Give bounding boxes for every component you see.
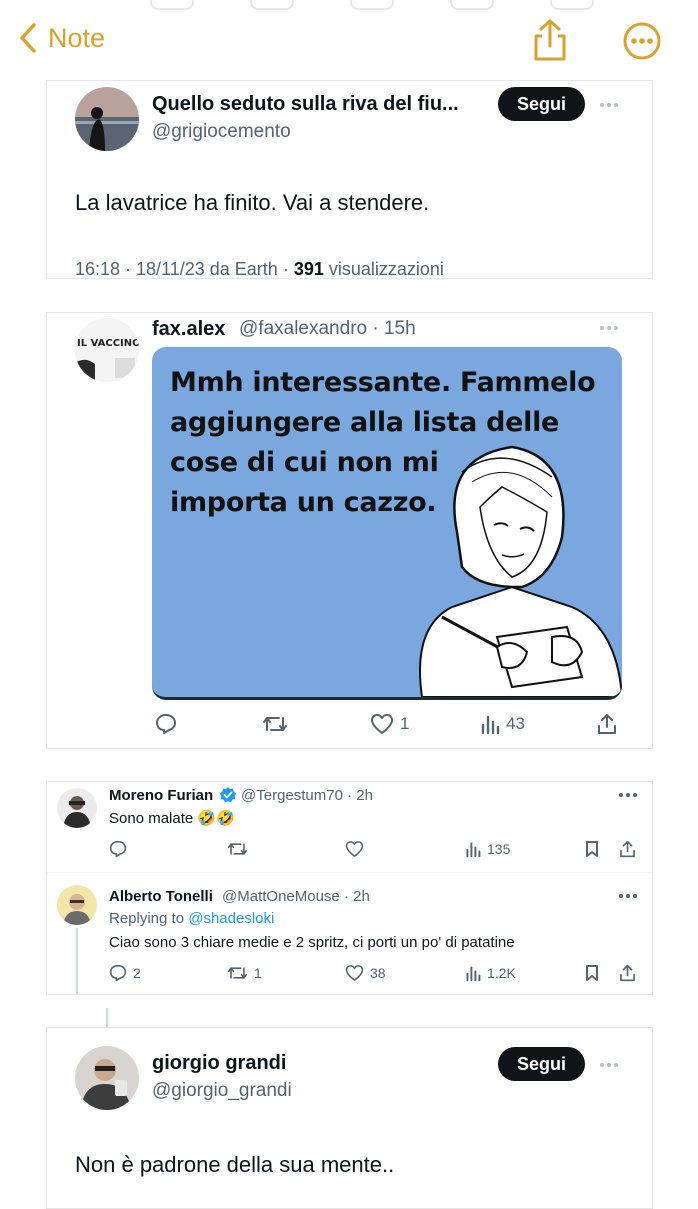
reply-button[interactable]: 2 <box>109 964 141 982</box>
display-name[interactable]: fax.alex <box>152 318 225 341</box>
views-count: 391 <box>293 259 324 279</box>
reply-button[interactable] <box>155 713 177 735</box>
avatar[interactable] <box>57 885 97 925</box>
bookmark-button[interactable] <box>584 964 600 982</box>
more-circle-icon <box>623 22 661 60</box>
reply-icon <box>156 714 176 734</box>
display-name[interactable]: Alberto Tonelli <box>109 888 213 905</box>
replying-prefix: Replying to <box>109 910 189 927</box>
tweet-card: Quello seduto sulla riva del fiu... @gri… <box>46 80 653 279</box>
tweet-options-icon[interactable] <box>619 793 637 797</box>
reply-count: 2 <box>133 965 141 981</box>
follow-button[interactable]: Segui <box>498 87 585 121</box>
share-icon <box>620 840 635 858</box>
display-name[interactable]: Moreno Furian <box>109 787 213 804</box>
tweet-text: La lavatrice ha finito. Vai a stendere. <box>75 190 430 215</box>
reply-text: Sono malate 🤣🤣 <box>109 810 235 827</box>
bookmark-button[interactable] <box>584 840 600 858</box>
tweet-meta: 16:18 · 18/11/23 da Earth · 391 visualiz… <box>75 259 444 279</box>
reply-button[interactable] <box>109 840 127 858</box>
retweet-icon <box>227 967 248 979</box>
user-handle-time[interactable]: @MattOneMouse · 2h <box>222 888 370 905</box>
reply-text: Ciao sono 3 chiare medie e 2 spritz, ci … <box>109 934 515 951</box>
views-button[interactable]: 135 <box>465 840 510 858</box>
back-button[interactable]: Note <box>18 22 105 54</box>
views-count: 1.2K <box>487 965 516 981</box>
bookmark-icon <box>586 841 598 857</box>
like-button[interactable] <box>345 840 364 858</box>
thread-line <box>76 928 78 994</box>
notes-nav-bar: Note <box>0 0 698 80</box>
tweet-options-icon[interactable] <box>600 326 618 330</box>
user-handle[interactable]: @giorgio_grandi <box>152 1080 292 1102</box>
display-name[interactable]: giorgio grandi <box>152 1052 286 1075</box>
share-tweet-button[interactable] <box>619 840 636 858</box>
share-tweet-button[interactable] <box>597 713 617 735</box>
display-name[interactable]: Quello seduto sulla riva del fiu... <box>152 93 459 116</box>
replying-to: Replying to @shadesloki <box>109 910 274 927</box>
views-label: visualizzazioni <box>323 259 444 279</box>
user-handle[interactable]: @grigiocemento <box>152 121 291 143</box>
share-button[interactable] <box>530 18 570 67</box>
retweet-count: 1 <box>254 965 262 981</box>
views-button[interactable]: 1.2K <box>465 964 516 982</box>
tweet-timestamp: 16:18 · 18/11/23 da Earth · <box>75 259 294 279</box>
replies-card: Moreno Furian @Tergestum70 · 2h Sono mal… <box>46 781 653 995</box>
avatar-text: IL VACCINO <box>77 338 139 349</box>
tweet-options-icon[interactable] <box>619 894 637 898</box>
avatar[interactable] <box>75 87 139 151</box>
reply-icon <box>109 840 127 858</box>
user-handle-time[interactable]: @Tergestum70 · 2h <box>241 787 373 804</box>
views-icon <box>481 715 500 735</box>
retweet-button[interactable] <box>262 713 288 735</box>
heart-icon <box>345 965 364 981</box>
views-icon <box>466 966 481 982</box>
views-button[interactable]: 43 <box>480 713 525 735</box>
share-tweet-button[interactable] <box>619 964 636 982</box>
meme-image[interactable]: Mmh interessante. Fammelo aggiungere all… <box>152 347 622 700</box>
heart-icon <box>371 714 393 734</box>
like-button[interactable]: 1 <box>370 713 409 735</box>
views-icon <box>466 842 481 858</box>
more-button[interactable] <box>622 21 662 66</box>
bookmark-icon <box>586 965 598 981</box>
tweet-options-icon[interactable] <box>600 103 618 107</box>
avatar[interactable] <box>57 788 97 828</box>
heart-icon <box>345 841 364 857</box>
retweet-icon <box>263 717 287 731</box>
like-button[interactable]: 38 <box>345 964 386 982</box>
views-count: 43 <box>506 714 525 733</box>
tweet-card: IL VACCINO fax.alex @faxalexandro · 15h … <box>46 312 653 749</box>
retweet-icon <box>227 843 248 855</box>
like-count: 1 <box>400 714 410 733</box>
divider <box>47 872 652 873</box>
share-icon <box>620 964 635 982</box>
reply-icon <box>109 964 127 982</box>
thread-line <box>106 1008 108 1028</box>
retweet-button[interactable]: 1 <box>227 964 262 982</box>
tweet-text: Non è padrone della sua mente.. <box>75 1152 395 1177</box>
follow-button[interactable]: Segui <box>498 1047 585 1081</box>
retweet-button[interactable] <box>227 840 248 858</box>
tweet-options-icon[interactable] <box>600 1063 618 1067</box>
back-label: Note <box>48 22 106 53</box>
tweet-card: giorgio grandi @giorgio_grandi Segui Non… <box>46 1027 653 1209</box>
avatar[interactable]: IL VACCINO <box>75 318 139 382</box>
avatar[interactable] <box>75 1046 139 1110</box>
user-handle-time[interactable]: @faxalexandro · 15h <box>239 318 416 340</box>
share-icon <box>534 19 566 61</box>
share-icon <box>598 714 616 734</box>
verified-icon <box>220 787 236 803</box>
meme-line: Mmh interessante. Fammelo <box>170 367 596 398</box>
replying-handle[interactable]: @shadesloki <box>188 910 274 927</box>
chevron-left-icon <box>20 23 36 53</box>
views-count: 135 <box>487 841 511 857</box>
like-count: 38 <box>370 965 386 981</box>
woman-writing-illustration <box>419 445 622 697</box>
